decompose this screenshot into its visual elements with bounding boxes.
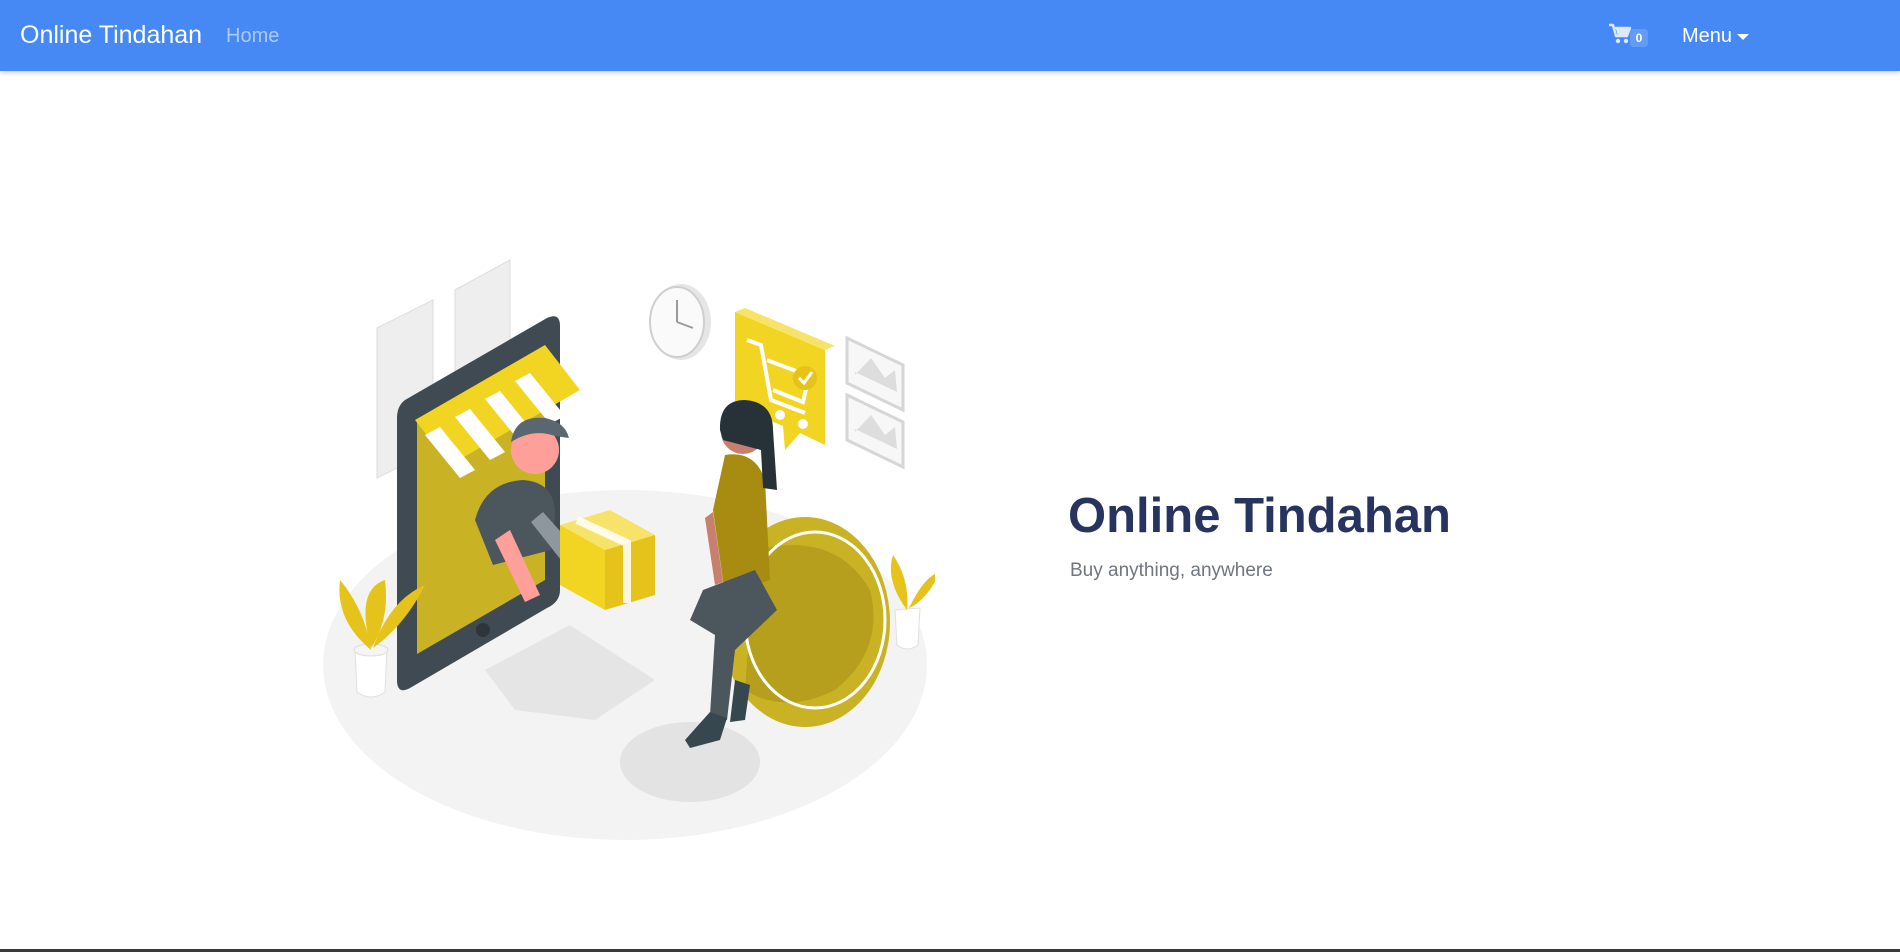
cart-count-badge: 0	[1630, 29, 1648, 47]
cart-button[interactable]: 0	[1608, 22, 1654, 50]
top-navbar: Online Tindahan Home 0 Menu	[0, 0, 1900, 71]
caret-down-icon	[1737, 34, 1750, 40]
brand-link[interactable]: Online Tindahan	[20, 20, 202, 50]
hero-illustration	[323, 259, 935, 840]
cart-icon	[1609, 23, 1632, 44]
hero-subtitle: Buy anything, anywhere	[1070, 560, 1273, 581]
hero-title: Online Tindahan	[1068, 489, 1451, 543]
menu-label: Menu	[1682, 25, 1733, 47]
nav-link-home[interactable]: Home	[226, 24, 279, 48]
menu-dropdown-toggle[interactable]: Menu	[1682, 24, 1750, 48]
